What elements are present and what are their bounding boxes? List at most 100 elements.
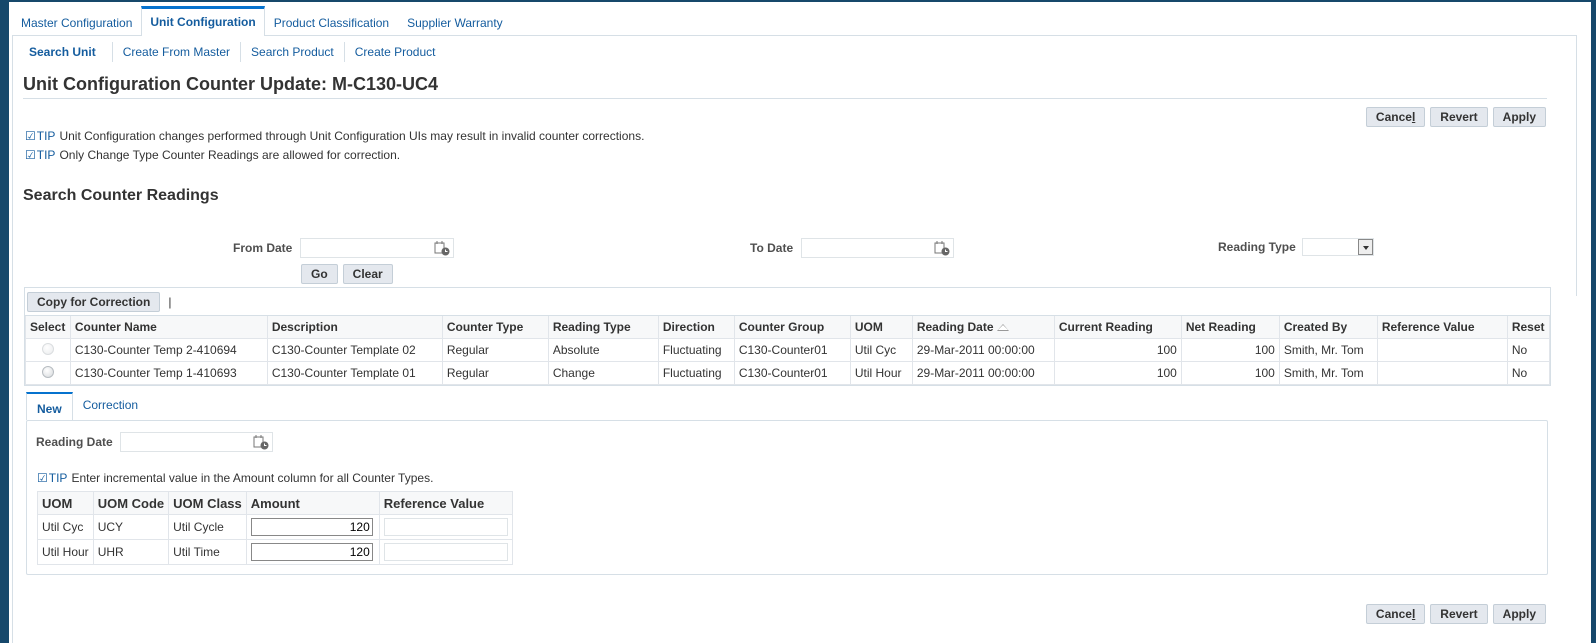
col-select: Select: [25, 316, 71, 339]
tab-unit-configuration[interactable]: Unit Configuration: [141, 6, 265, 36]
cell-description: C130-Counter Template 01: [266, 361, 443, 385]
tip-label: TIP: [36, 148, 56, 162]
col-counter-group[interactable]: Counter Group: [733, 316, 851, 339]
col-amount: Amount: [245, 491, 380, 515]
top-action-bar: Cancel Revert Apply: [1365, 107, 1546, 127]
cell-direction: Fluctuating: [657, 338, 735, 362]
to-date-input[interactable]: [801, 238, 954, 258]
cell-uom-code: UHR: [92, 539, 170, 565]
cell-amount: [245, 514, 380, 540]
cell-amount: [245, 539, 380, 565]
row-select[interactable]: [25, 338, 71, 362]
counter-readings-table: Copy for Correction | Select Counter Nam…: [24, 287, 1551, 386]
table-row: Util Hour UHR Util Time: [37, 539, 513, 565]
panel-tabs: New Correction: [26, 392, 148, 420]
calendar-icon[interactable]: [253, 434, 269, 450]
cell-created-by: Smith, Mr. Tom: [1278, 338, 1378, 362]
col-uom-code: UOM Code: [92, 491, 170, 515]
chevron-down-icon[interactable]: [1358, 239, 1373, 255]
cancel-button[interactable]: Cancel: [1365, 107, 1426, 127]
col-direction[interactable]: Direction: [657, 316, 735, 339]
cancel-button[interactable]: Cancel: [1365, 604, 1426, 624]
tip-text: Unit Configuration changes performed thr…: [59, 129, 645, 143]
row-select[interactable]: [25, 361, 71, 385]
col-description[interactable]: Description: [266, 316, 443, 339]
col-counter-name[interactable]: Counter Name: [69, 316, 268, 339]
tip-check-icon: ☑: [25, 129, 36, 143]
reading-date-input[interactable]: [120, 432, 273, 452]
apply-button[interactable]: Apply: [1492, 107, 1546, 127]
reading-date-label: Reading Date: [36, 435, 113, 449]
content-border: [12, 36, 13, 643]
search-section-title: Search Counter Readings: [23, 187, 219, 204]
cell-description: C130-Counter Template 02: [266, 338, 443, 362]
uom-amount-table: UOM UOM Code UOM Class Amount Reference …: [37, 491, 513, 565]
cell-uom-class: Util Time: [168, 539, 247, 565]
cell-counter-name: C130-Counter Temp 2-410694: [69, 338, 268, 362]
calendar-icon[interactable]: [934, 240, 950, 256]
col-reset[interactable]: Reset: [1506, 316, 1551, 339]
from-date-label: From Date: [233, 241, 293, 255]
col-uom-class: UOM Class: [168, 491, 247, 515]
cell-uom: Util Cyc: [849, 338, 913, 362]
from-date-input[interactable]: [300, 238, 454, 258]
cell-counter-group: C130-Counter01: [733, 338, 851, 362]
col-net-reading[interactable]: Net Reading: [1180, 316, 1280, 339]
col-uom[interactable]: UOM: [849, 316, 913, 339]
amount-input[interactable]: [250, 518, 373, 536]
select-radio[interactable]: [41, 365, 54, 378]
reference-value-input[interactable]: [383, 518, 508, 536]
tip-text: Enter incremental value in the Amount co…: [71, 471, 434, 485]
col-reading-date-label: Reading Date: [916, 320, 994, 334]
page: Master Configuration Unit Configuration …: [9, 2, 1591, 643]
main-tabs: Master Configuration Unit Configuration …: [12, 6, 512, 36]
col-current-reading[interactable]: Current Reading: [1053, 316, 1182, 339]
apply-button[interactable]: Apply: [1492, 604, 1546, 624]
revert-button[interactable]: Revert: [1430, 107, 1488, 127]
col-reference-value[interactable]: Reference Value: [1376, 316, 1508, 339]
cell-counter-type: Regular: [441, 338, 549, 362]
col-created-by[interactable]: Created By: [1278, 316, 1378, 339]
copy-for-correction-button[interactable]: Copy for Correction: [27, 291, 161, 312]
cell-reference-value: [378, 539, 513, 565]
clear-button[interactable]: Clear: [342, 264, 393, 284]
table-toolbar: Copy for Correction |: [25, 288, 1550, 316]
tab-correction[interactable]: Correction: [73, 392, 148, 420]
select-radio[interactable]: [41, 342, 54, 355]
reference-value-input[interactable]: [383, 543, 508, 561]
col-counter-type[interactable]: Counter Type: [441, 316, 549, 339]
cell-reading-type: Change: [547, 361, 659, 385]
subtab-create-product[interactable]: Create Product: [343, 42, 446, 62]
table-header-row: Select Counter Name Description Counter …: [25, 316, 1551, 339]
tab-product-classification[interactable]: Product Classification: [265, 9, 398, 36]
col-reading-type[interactable]: Reading Type: [547, 316, 659, 339]
calendar-icon[interactable]: [434, 240, 450, 256]
cell-reading-date: 29-Mar-2011 00:00:00: [911, 361, 1055, 385]
col-reading-date[interactable]: Reading Date: [911, 316, 1055, 339]
cell-reference-value: [1376, 338, 1508, 362]
cell-uom: Util Hour: [849, 361, 913, 385]
go-button[interactable]: Go: [301, 264, 338, 284]
cell-uom-class: Util Cycle: [168, 514, 247, 540]
col-reference-value: Reference Value: [378, 491, 513, 515]
tab-master-configuration[interactable]: Master Configuration: [12, 9, 141, 36]
subtab-create-from-master[interactable]: Create From Master: [111, 42, 240, 62]
amount-input[interactable]: [250, 543, 373, 561]
cell-uom: Util Cyc: [37, 514, 94, 540]
tab-new[interactable]: New: [26, 392, 73, 420]
revert-button[interactable]: Revert: [1430, 604, 1488, 624]
subtab-search-product[interactable]: Search Product: [240, 42, 344, 62]
bottom-action-bar: Cancel Revert Apply: [1365, 604, 1546, 624]
search-buttons: Go Clear: [301, 264, 393, 284]
tab-supplier-warranty[interactable]: Supplier Warranty: [398, 9, 512, 36]
cell-net-reading: 100: [1180, 361, 1280, 385]
table-row: Util Cyc UCY Util Cycle: [37, 514, 513, 540]
toolbar-separator: |: [168, 294, 172, 309]
cell-counter-type: Regular: [441, 361, 549, 385]
tip-check-icon: ☑: [37, 471, 48, 485]
reading-type-select[interactable]: [1302, 238, 1374, 256]
subtab-search-unit[interactable]: Search Unit: [19, 42, 112, 62]
cell-counter-group: C130-Counter01: [733, 361, 851, 385]
tip-2: ☑ TIP Only Change Type Counter Readings …: [25, 148, 400, 162]
sort-ascending-icon[interactable]: [996, 324, 1009, 332]
